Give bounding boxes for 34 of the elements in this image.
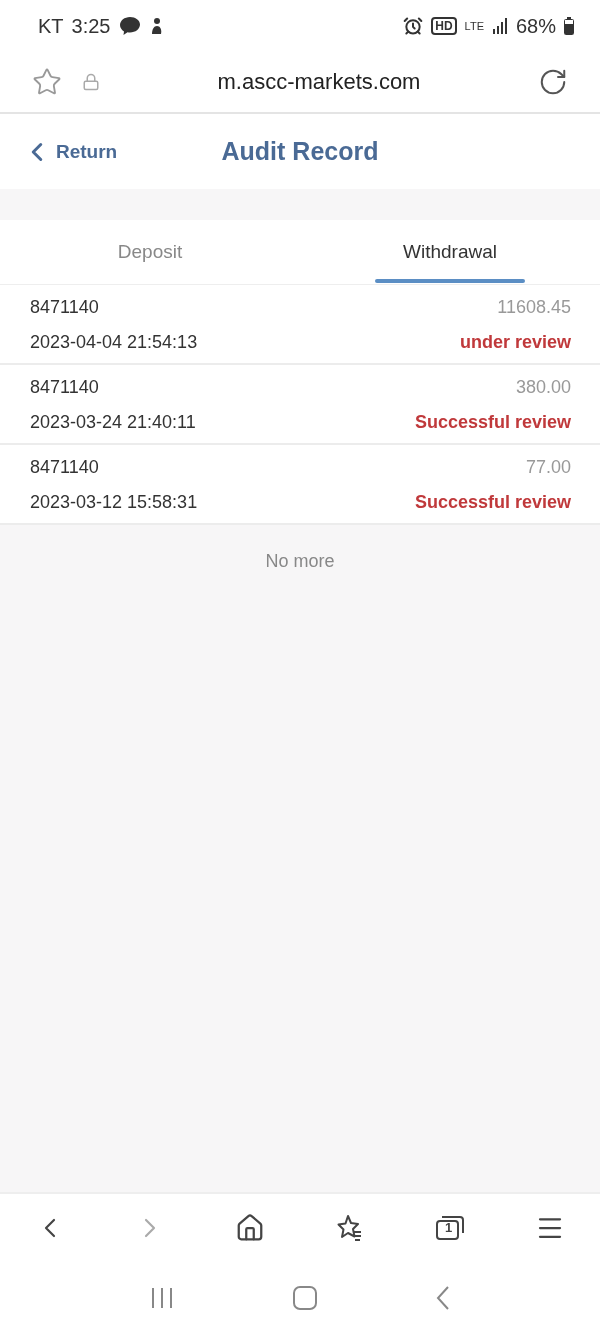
no-more-text: No more xyxy=(265,551,335,571)
amount: 380.00 xyxy=(514,377,571,398)
lock-icon xyxy=(82,73,100,91)
account-number: 8471140 xyxy=(30,297,100,318)
record-time: 2023-03-12 15:58:31 xyxy=(30,492,199,513)
clock-time: 3:25 xyxy=(71,14,111,38)
review-status: Successful review xyxy=(414,412,571,433)
chat-bubble-icon xyxy=(118,16,141,36)
tabs-button[interactable]: 1 xyxy=(428,1206,472,1250)
hd-label: HD xyxy=(431,17,457,35)
reload-icon[interactable] xyxy=(538,67,568,97)
record-time: 2023-04-04 21:54:13 xyxy=(30,332,199,353)
signal-icon xyxy=(491,18,508,34)
bookmark-star-icon[interactable] xyxy=(32,67,62,97)
account-number: 8471140 xyxy=(30,457,100,478)
amount: 77.00 xyxy=(524,457,571,478)
review-status: under review xyxy=(459,332,571,353)
back-icon[interactable] xyxy=(436,1285,451,1310)
home-icon[interactable] xyxy=(293,1285,317,1310)
battery-icon xyxy=(564,17,574,35)
page-title: Audit Record xyxy=(221,137,379,166)
amount: 11608.45 xyxy=(496,297,571,318)
recent-apps-icon[interactable] xyxy=(149,1286,174,1309)
network-label: LTE xyxy=(464,20,484,32)
return-button[interactable]: Return xyxy=(22,136,118,167)
alarm-icon xyxy=(403,16,424,36)
home-icon xyxy=(235,1213,265,1243)
carrier-name: KT xyxy=(38,14,64,38)
tab[interactable]: Withdrawal xyxy=(300,220,600,284)
review-status: Successful review xyxy=(414,492,571,513)
account-number: 8471140 xyxy=(30,377,100,398)
tab[interactable]: Deposit xyxy=(0,220,300,284)
record-time: 2023-03-24 21:40:11 xyxy=(30,412,197,433)
battery-percent: 68% xyxy=(515,14,556,38)
